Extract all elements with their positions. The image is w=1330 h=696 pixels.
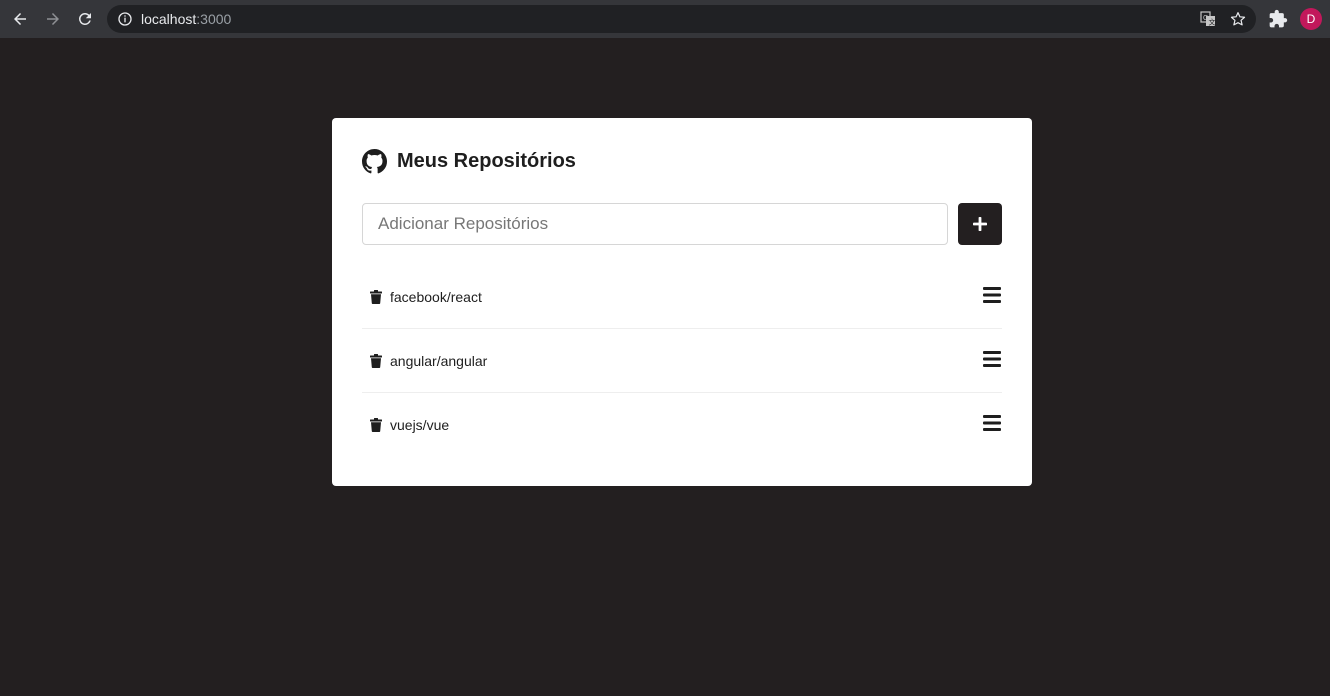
arrow-right-icon xyxy=(47,13,59,25)
repo-left: facebook/react xyxy=(368,289,482,305)
repo-details-button[interactable] xyxy=(982,349,1002,369)
delete-repo-button[interactable] xyxy=(368,417,384,433)
arrow-left-icon xyxy=(14,13,26,25)
list-item: facebook/react xyxy=(362,265,1002,328)
repo-name[interactable]: angular/angular xyxy=(390,353,487,369)
translate-icon[interactable]: G 文 xyxy=(1200,11,1216,27)
address-bar[interactable]: localhost:3000 G 文 xyxy=(107,5,1256,33)
url-host: localhost xyxy=(141,11,197,27)
bars-icon xyxy=(983,287,1001,303)
repo-details-button[interactable] xyxy=(982,413,1002,433)
plus-icon xyxy=(973,217,987,231)
list-item: angular/angular xyxy=(362,328,1002,392)
repo-left: angular/angular xyxy=(368,353,487,369)
delete-repo-button[interactable] xyxy=(368,353,384,369)
puzzle-icon[interactable] xyxy=(1268,9,1288,29)
repositories-card: Meus Repositórios facebook/react xyxy=(332,118,1032,486)
reload-icon xyxy=(78,12,91,25)
page-title: Meus Repositórios xyxy=(397,149,576,172)
star-icon[interactable] xyxy=(1229,10,1247,28)
repo-name[interactable]: vuejs/vue xyxy=(390,417,449,433)
bars-icon xyxy=(983,351,1001,367)
card-header: Meus Repositórios xyxy=(362,148,1002,174)
info-icon[interactable] xyxy=(117,11,133,27)
trash-icon xyxy=(370,417,382,432)
repo-input[interactable] xyxy=(362,203,948,245)
add-repo-button[interactable] xyxy=(958,203,1002,245)
delete-repo-button[interactable] xyxy=(368,289,384,305)
repo-details-button[interactable] xyxy=(982,285,1002,305)
trash-icon xyxy=(370,289,382,304)
repo-name[interactable]: facebook/react xyxy=(390,289,482,305)
url-text[interactable]: localhost:3000 xyxy=(141,11,231,27)
back-button[interactable] xyxy=(8,7,32,31)
url-port: :3000 xyxy=(196,11,232,27)
add-repo-form xyxy=(362,203,1002,245)
profile-avatar[interactable]: D xyxy=(1300,8,1322,30)
trash-icon xyxy=(370,353,382,368)
repo-list: facebook/react angular/angular vuejs/vue xyxy=(362,265,1002,456)
repo-left: vuejs/vue xyxy=(368,417,449,433)
reload-button[interactable] xyxy=(73,7,97,31)
svg-text:文: 文 xyxy=(1209,18,1216,27)
bars-icon xyxy=(983,415,1001,431)
github-icon xyxy=(362,148,387,173)
forward-button[interactable] xyxy=(41,7,65,31)
browser-toolbar: localhost:3000 G 文 D xyxy=(0,0,1330,38)
list-item: vuejs/vue xyxy=(362,392,1002,456)
